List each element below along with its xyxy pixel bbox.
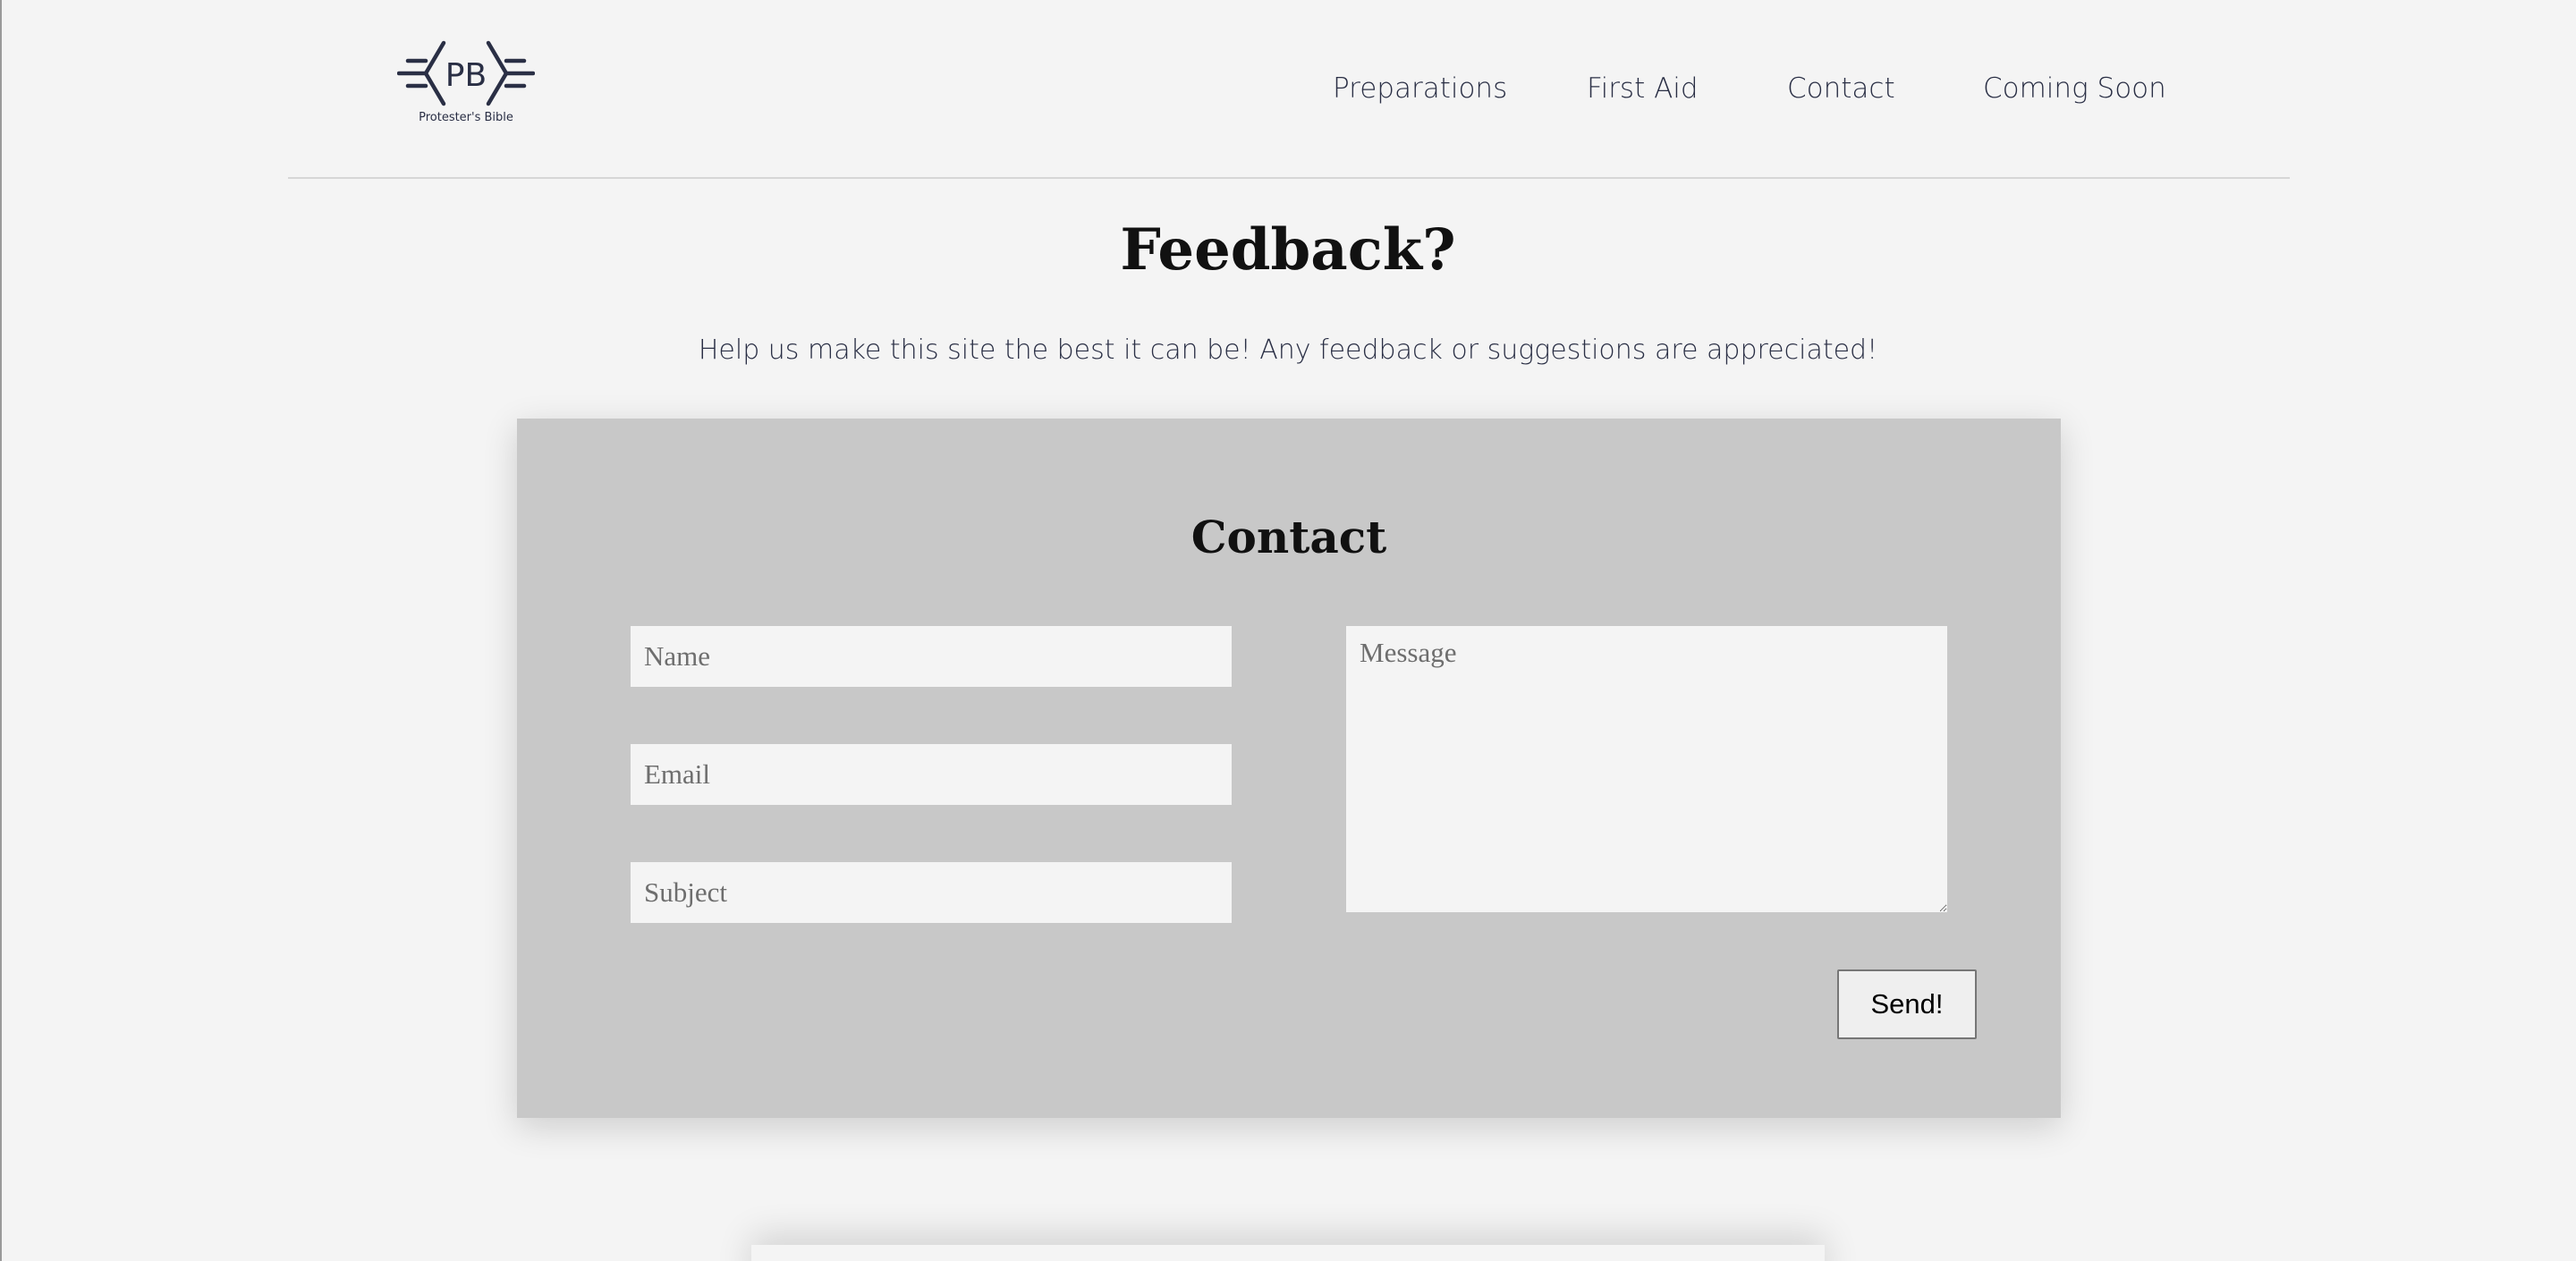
nav-link-preparations[interactable]: Preparations: [1333, 66, 1507, 111]
page-left-border: [0, 0, 2, 1261]
message-field[interactable]: [1346, 626, 1947, 912]
logo-caption: Protester's Bible: [419, 111, 513, 124]
page-subtitle: Help us make this site the best it can b…: [698, 334, 1878, 366]
send-button[interactable]: Send!: [1837, 969, 1977, 1039]
next-section-card: [751, 1245, 1825, 1261]
nav-link-contact[interactable]: Contact: [1787, 66, 1895, 111]
page-title: Feedback?: [1120, 216, 1456, 284]
site-logo[interactable]: PB Protester's Bible: [397, 39, 535, 132]
contact-form-title: Contact: [1191, 511, 1387, 563]
pb-logo-icon: PB: [397, 40, 535, 106]
email-field[interactable]: [631, 744, 1232, 805]
nav-link-coming-soon[interactable]: Coming Soon: [1983, 66, 2166, 111]
header-divider: [288, 177, 2290, 179]
name-field[interactable]: [631, 626, 1232, 687]
nav-link-first-aid[interactable]: First Aid: [1587, 66, 1699, 111]
logo-monogram: PB: [445, 57, 487, 94]
contact-form: Contact Send!: [517, 419, 2061, 1118]
subject-field[interactable]: [631, 862, 1232, 923]
